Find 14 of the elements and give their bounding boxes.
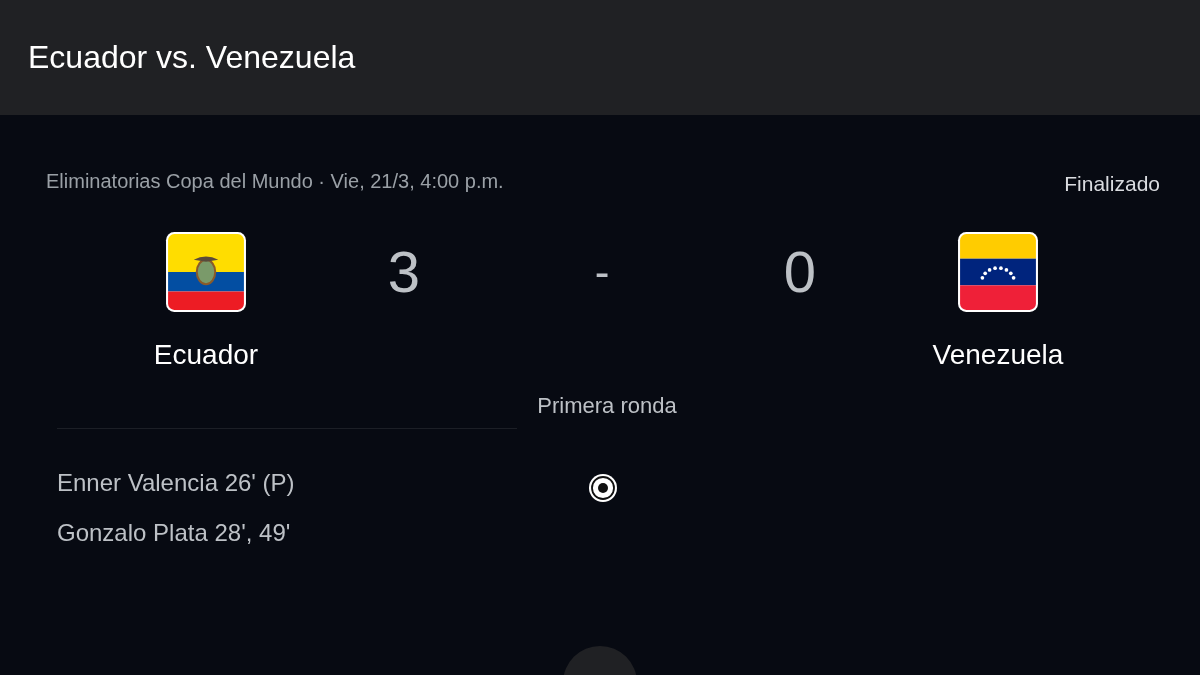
- flag-icon: [957, 231, 1039, 313]
- match-status: Finalizado: [1064, 172, 1160, 196]
- flag-icon: [165, 231, 247, 313]
- score-separator: -: [594, 246, 610, 298]
- competition-date: Eliminatorias Copa del Mundo · Vie, 21/3, 4:00 p.m.: [46, 170, 504, 193]
- round-label: Primera ronda: [536, 393, 678, 419]
- goal-scorer: Gonzalo Plata 28', 49': [57, 519, 292, 547]
- goal-scorer: Enner Valencia 26' (P): [57, 469, 296, 497]
- soccer-ball-icon: [587, 472, 619, 504]
- team-name: Ecuador: [153, 339, 259, 371]
- team-score: 3: [387, 238, 421, 306]
- window-title: Ecuador vs. Venezuela: [28, 39, 356, 76]
- team-name: Venezuela: [932, 339, 1064, 371]
- team-score: 0: [783, 238, 817, 306]
